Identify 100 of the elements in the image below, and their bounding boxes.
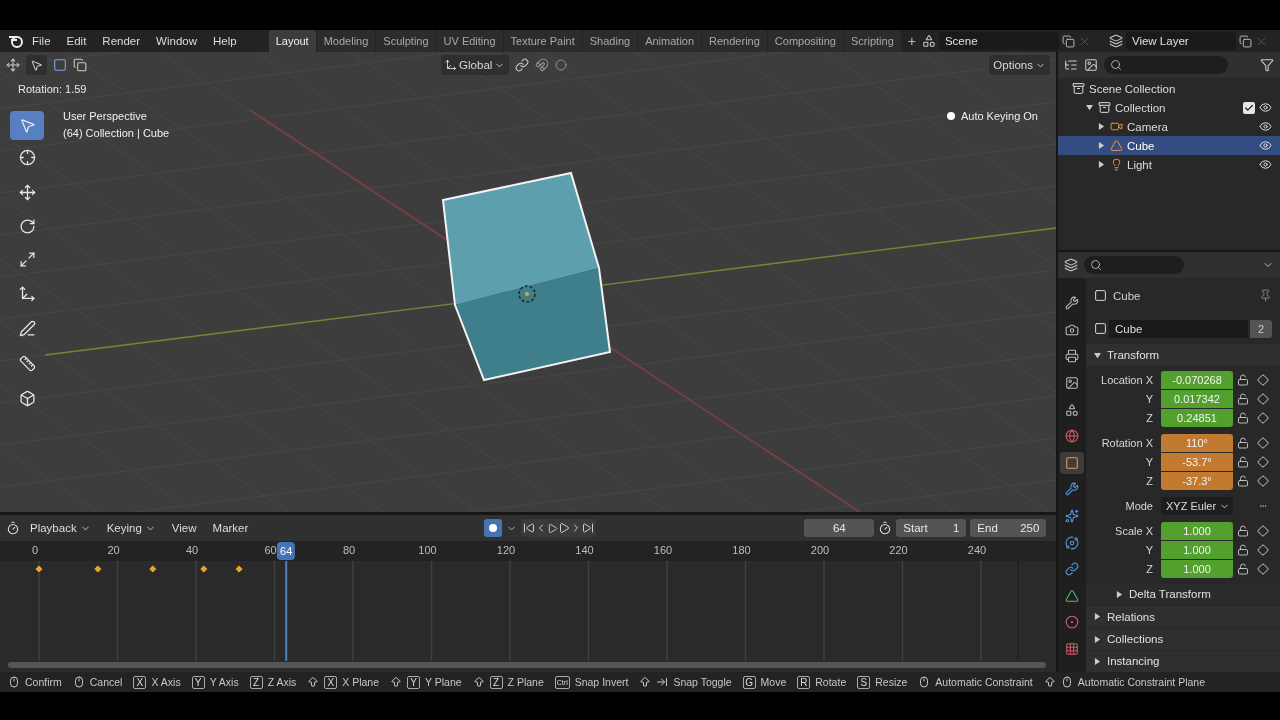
keyframe-icon[interactable] xyxy=(93,564,103,574)
timeline-menu[interactable]: Playback xyxy=(24,522,97,534)
outliner-item[interactable]: Camera xyxy=(1058,117,1280,136)
expand-arrow-icon[interactable] xyxy=(1097,161,1105,168)
outliner-item[interactable]: Collection xyxy=(1058,98,1280,117)
transform-panel-header[interactable]: Transform xyxy=(1086,344,1280,366)
lock-icon[interactable] xyxy=(1237,374,1249,387)
select-mode-icon[interactable] xyxy=(73,58,87,72)
lock-icon[interactable] xyxy=(1237,525,1249,538)
timeline-menu[interactable]: Keying xyxy=(100,522,162,534)
editor-type-icon[interactable] xyxy=(6,521,20,535)
checkbox[interactable] xyxy=(1243,101,1255,114)
playhead-line[interactable] xyxy=(285,561,288,662)
scene-icon[interactable] xyxy=(921,34,936,48)
menu-item[interactable]: Edit xyxy=(58,35,95,47)
editor-type-icon[interactable] xyxy=(6,58,20,72)
search-field[interactable] xyxy=(1084,256,1184,274)
start-frame-field[interactable]: Start 1 xyxy=(896,519,967,537)
expand-arrow-icon[interactable] xyxy=(1094,635,1101,643)
eye-icon[interactable] xyxy=(1259,120,1272,133)
filter-icon[interactable] xyxy=(1260,58,1274,72)
eye-icon[interactable] xyxy=(1259,139,1272,152)
outliner-item[interactable]: Light xyxy=(1058,155,1280,174)
snap-icon[interactable] xyxy=(535,58,550,72)
mode-dropdown[interactable]: XYZ Euler xyxy=(1161,497,1233,516)
auto-key-button[interactable] xyxy=(484,519,503,537)
particles-icon xyxy=(1065,509,1079,524)
playhead-frame-label[interactable]: 64 xyxy=(277,542,296,560)
collapse-arrow-icon[interactable] xyxy=(1085,104,1093,111)
expand-arrow-icon[interactable] xyxy=(1097,123,1105,130)
expand-arrow-icon[interactable] xyxy=(1094,657,1101,665)
play-icon[interactable] xyxy=(558,522,571,534)
workspace-tab[interactable]: Layout xyxy=(268,30,316,52)
scene-field[interactable]: Scene xyxy=(938,32,1059,50)
view-layer-field[interactable]: View Layer xyxy=(1125,32,1236,50)
jump-end-icon[interactable] xyxy=(582,522,595,534)
timeline-menu[interactable]: Marker xyxy=(206,522,255,534)
keyframe-icon[interactable] xyxy=(148,564,158,574)
orientation-dropdown[interactable]: Global xyxy=(441,55,510,75)
workspace-tab[interactable]: Texture Paint xyxy=(503,30,582,52)
workspace-tab[interactable]: Sculpting xyxy=(376,30,436,52)
workspace-tab[interactable]: UV Editing xyxy=(436,30,503,52)
pin-icon[interactable] xyxy=(1259,289,1272,303)
expand-arrow-icon[interactable] xyxy=(1097,142,1105,149)
stopwatch-icon[interactable] xyxy=(878,521,893,535)
panel-header[interactable]: Instancing xyxy=(1086,650,1280,672)
lock-icon[interactable] xyxy=(1237,475,1249,488)
copy-icon[interactable] xyxy=(1238,34,1252,48)
menu-item[interactable]: Help xyxy=(205,35,245,47)
current-frame-field[interactable]: 64 xyxy=(804,519,875,537)
expand-arrow-icon[interactable] xyxy=(1116,590,1123,598)
outliner-item[interactable]: Cube xyxy=(1058,136,1280,155)
user-count[interactable]: 2 xyxy=(1250,319,1272,338)
lock-icon[interactable] xyxy=(1237,456,1249,469)
view-layer-icon[interactable] xyxy=(1108,34,1123,48)
collapse-arrow-icon[interactable] xyxy=(1094,351,1101,359)
workspace-tab[interactable]: Modeling xyxy=(316,30,376,52)
outliner-item[interactable]: Scene Collection xyxy=(1058,79,1280,98)
play-reverse-icon[interactable] xyxy=(547,522,559,534)
keyframe-icon[interactable] xyxy=(34,564,44,574)
workspace-tab[interactable]: Scripting xyxy=(843,30,901,52)
editor-type-icon[interactable] xyxy=(1064,258,1078,272)
workspace-tab[interactable]: Compositing xyxy=(767,30,843,52)
lock-icon[interactable] xyxy=(1237,437,1249,450)
editor-type-icon[interactable] xyxy=(1064,58,1078,72)
menu-item[interactable]: Window xyxy=(148,35,205,47)
image-icon xyxy=(1065,376,1079,391)
scrollbar[interactable] xyxy=(8,662,1046,668)
panel-header[interactable]: Relations xyxy=(1086,606,1280,628)
copy-icon[interactable] xyxy=(1061,34,1075,48)
lock-icon[interactable] xyxy=(1237,412,1249,425)
add-workspace-button[interactable]: + xyxy=(901,33,922,49)
search-field[interactable] xyxy=(1104,56,1228,74)
workspace-tab[interactable]: Rendering xyxy=(702,30,767,52)
pivot-icon[interactable] xyxy=(515,58,530,72)
display-mode-icon[interactable] xyxy=(1084,58,1098,72)
panel-header[interactable]: Collections xyxy=(1086,628,1280,650)
menu-item[interactable]: Render xyxy=(94,35,149,47)
timeline-menu[interactable]: View xyxy=(165,522,203,534)
eye-icon[interactable] xyxy=(1259,158,1272,171)
field-label: Rotation X xyxy=(1100,435,1154,451)
select-mode-icon[interactable] xyxy=(53,58,67,72)
menu-item[interactable]: File xyxy=(24,35,59,47)
jump-start-icon[interactable] xyxy=(523,522,536,534)
select-tool-button[interactable] xyxy=(26,55,47,75)
object-tab[interactable] xyxy=(1060,451,1084,475)
lock-icon[interactable] xyxy=(1237,393,1249,406)
logo-icon[interactable] xyxy=(8,34,24,48)
end-frame-field[interactable]: End 250 xyxy=(970,519,1047,537)
eye-icon[interactable] xyxy=(1259,101,1272,114)
lock-icon[interactable] xyxy=(1237,563,1249,576)
options-dropdown[interactable]: Options xyxy=(989,55,1050,75)
workspace-tab[interactable]: Animation xyxy=(638,30,702,52)
lock-icon[interactable] xyxy=(1237,544,1249,557)
workspace-tab[interactable]: Shading xyxy=(582,30,638,52)
object-browse-icon[interactable] xyxy=(1094,322,1107,336)
object-name-field[interactable]: Cube xyxy=(1109,319,1248,338)
keyframe-icon[interactable] xyxy=(199,564,209,574)
expand-arrow-icon[interactable] xyxy=(1094,613,1101,621)
keyframe-icon[interactable] xyxy=(234,564,244,574)
